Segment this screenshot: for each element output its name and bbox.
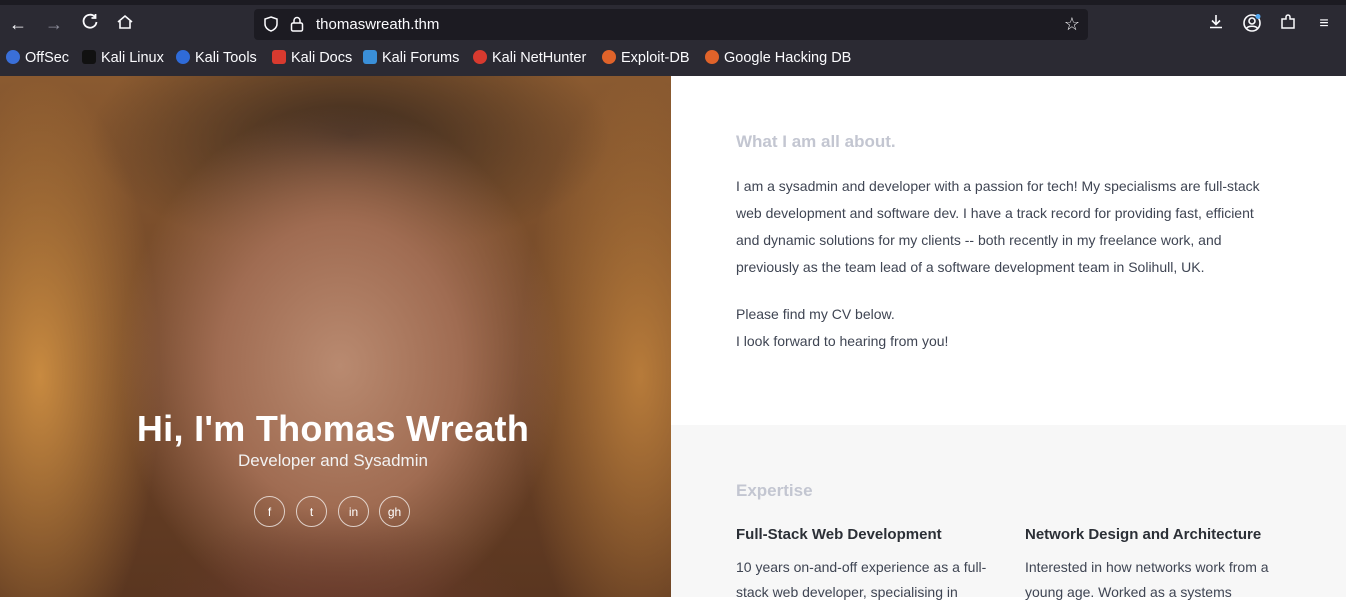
about-cv-note: Please find my CV below. I look forward …: [736, 306, 949, 349]
extensions-icon[interactable]: [1277, 13, 1299, 35]
download-icon[interactable]: [1205, 13, 1227, 35]
bookmark-kali-forums[interactable]: Kali Forums: [363, 50, 459, 66]
linkedin-icon[interactable]: in: [338, 496, 369, 527]
offsec-icon: [6, 50, 20, 64]
expertise-desc-network: Interested in how networks work from a y…: [1025, 559, 1269, 600]
back-arrow-icon[interactable]: ←: [7, 13, 29, 35]
hero-subtitle: Developer and Sysadmin: [238, 451, 428, 470]
about-heading: What I am all about.: [736, 132, 896, 151]
facebook-icon[interactable]: f: [254, 496, 285, 527]
tab-strip: [0, 0, 1346, 5]
expertise-desc-web: 10 years on-and-off experience as a full…: [736, 559, 987, 600]
address-bar[interactable]: thomaswreath.thm ☆: [254, 9, 1088, 40]
bookmark-kali-docs[interactable]: Kali Docs: [272, 50, 352, 66]
twitter-icon[interactable]: t: [296, 496, 327, 527]
lock-icon[interactable]: [288, 15, 306, 33]
kali-nethunter-icon: [473, 50, 487, 64]
home-icon[interactable]: [114, 13, 136, 35]
expertise-section: Expertise Full-Stack Web Development 10 …: [671, 425, 1346, 600]
bookmark-offsec[interactable]: OffSec: [6, 50, 69, 66]
bookmark-star-icon[interactable]: ☆: [1064, 14, 1080, 35]
hero-title: Hi, I'm Thomas Wreath: [136, 408, 530, 449]
exploit-db-icon: [602, 50, 616, 64]
bookmark-exploit-db[interactable]: Exploit-DB: [602, 50, 690, 66]
expertise-heading: Expertise: [736, 481, 813, 500]
bookmark-kali-tools[interactable]: Kali Tools: [176, 50, 257, 66]
expertise-title-network: Network Design and Architecture: [1025, 526, 1262, 543]
expertise-title-web: Full-Stack Web Development: [736, 526, 942, 543]
hero-section: Hi, I'm Thomas Wreath Developer and Sysa…: [0, 76, 671, 597]
google-hacking-db-icon: [705, 50, 719, 64]
bookmark-kali-linux[interactable]: Kali Linux: [82, 50, 164, 66]
reload-icon[interactable]: [79, 13, 101, 35]
bookmarks-bar: OffSec Kali Linux Kali Tools Kali Docs K…: [0, 48, 1346, 72]
kali-dragon-icon: [82, 50, 96, 64]
browser-toolbar: ← → thomaswreath.thm ☆ ≡ OffSec Kali Lin…: [0, 0, 1346, 76]
account-icon[interactable]: [1241, 13, 1263, 35]
shield-icon[interactable]: [262, 15, 280, 33]
kali-docs-icon: [272, 50, 286, 64]
url-text[interactable]: thomaswreath.thm: [316, 16, 439, 33]
forward-arrow-icon[interactable]: →: [43, 13, 65, 35]
bookmark-kali-nethunter[interactable]: Kali NetHunter: [473, 50, 586, 66]
menu-icon[interactable]: ≡: [1313, 13, 1335, 35]
kali-tools-icon: [176, 50, 190, 64]
content-section: What I am all about. I am a sysadmin and…: [671, 76, 1346, 600]
about-paragraph: I am a sysadmin and developer with a pas…: [736, 178, 1260, 275]
bookmark-google-hacking-db[interactable]: Google Hacking DB: [705, 50, 851, 66]
github-icon[interactable]: gh: [379, 496, 410, 527]
kali-forums-icon: [363, 50, 377, 64]
